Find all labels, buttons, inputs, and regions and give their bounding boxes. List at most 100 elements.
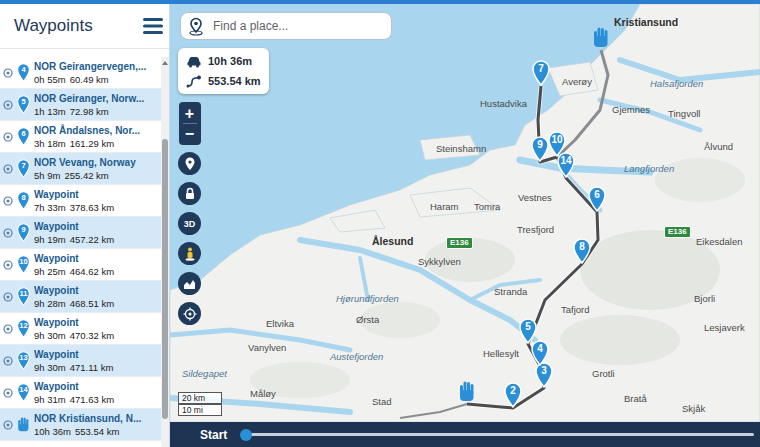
map-pin[interactable]: 9	[530, 136, 550, 162]
waypoint-row[interactable]: 6NOR Åndalsnes, Nor...3h 18m161.29 km	[0, 121, 161, 153]
target-icon[interactable]	[3, 420, 13, 430]
waypoint-detail: 5h 9m255.42 km	[34, 170, 136, 181]
3d-button[interactable]: 3D	[178, 212, 201, 235]
target-icon[interactable]	[3, 388, 13, 398]
map-label: E136	[664, 226, 691, 238]
waypoint-number: 7	[16, 161, 31, 170]
pin-number: 2	[503, 385, 523, 397]
waypoint-detail: 9h 28m468.51 km	[34, 298, 114, 309]
map-label: Eltvika	[266, 318, 294, 330]
map-pin[interactable]: 4	[530, 340, 550, 366]
target-icon[interactable]	[3, 356, 13, 366]
waypoint-pin: 9	[16, 223, 31, 242]
target-icon[interactable]	[3, 260, 13, 270]
sidebar-header: Waypoints	[0, 4, 169, 49]
map-pin[interactable]: 5	[518, 318, 538, 344]
pin-number: 9	[530, 139, 550, 151]
scroll-up-icon[interactable]	[162, 61, 168, 65]
waypoint-title: Waypoint	[34, 253, 114, 265]
waypoint-row[interactable]: 13Waypoint9h 30m471.11 km	[0, 345, 161, 377]
target-icon[interactable]	[3, 292, 13, 302]
pin-number: 5	[518, 321, 538, 333]
target-icon[interactable]	[3, 68, 13, 78]
map-pin[interactable]	[591, 24, 611, 50]
map-label: Eikesdalen	[696, 236, 742, 248]
crosshair-icon	[183, 307, 197, 321]
waypoint-row[interactable]: 9Waypoint9h 19m457.22 km	[0, 217, 161, 249]
waypoint-number: 9	[16, 225, 31, 234]
locate-button[interactable]	[178, 302, 201, 325]
location-icon	[185, 15, 207, 37]
map-label: Bjorli	[694, 293, 715, 305]
waypoint-row[interactable]: 12Waypoint9h 30m470.32 km	[0, 313, 161, 345]
add-pin-button[interactable]	[178, 152, 201, 175]
pin-number: 7	[531, 63, 551, 75]
map-pin[interactable]	[457, 378, 477, 404]
waypoint-pin: 12	[16, 319, 31, 338]
map-label: Stad	[372, 396, 392, 408]
waypoint-row[interactable]: 11Waypoint9h 28m468.51 km	[0, 281, 161, 313]
lock-button[interactable]	[178, 182, 201, 205]
waypoint-row[interactable]: 5NOR Geiranger, Norw...1h 13m72.98 km	[0, 89, 161, 121]
map-label: Tafjord	[561, 304, 590, 316]
target-icon[interactable]	[3, 228, 13, 238]
route-planner: Waypoints 4NOR Geirangervegen,...0h 55m60…	[0, 0, 760, 447]
map-pin[interactable]: 2	[503, 382, 523, 408]
waypoint-pin: 5	[16, 95, 31, 114]
route-icon	[186, 74, 202, 88]
waypoint-row[interactable]: NOR Kristiansund, N...10h 36m553.54 km	[0, 409, 161, 441]
zoom-in-button[interactable]: +	[185, 104, 194, 123]
map-label: Gjemnes	[612, 104, 650, 116]
search-input[interactable]	[213, 19, 383, 33]
map-pin[interactable]: 3	[534, 362, 554, 388]
waypoint-pin: 4	[16, 63, 31, 82]
target-icon[interactable]	[3, 164, 13, 174]
waypoint-detail: 9h 25m464.62 km	[34, 266, 114, 277]
waypoint-title: Waypoint	[34, 381, 114, 393]
waypoint-row[interactable]: 10Waypoint9h 25m464.62 km	[0, 249, 161, 281]
target-icon[interactable]	[3, 196, 13, 206]
waypoint-row[interactable]: 7NOR Vevang, Norway5h 9m255.42 km	[0, 153, 161, 185]
map-pin[interactable]: 6	[587, 186, 607, 212]
timeline-slider[interactable]	[243, 428, 754, 442]
waypoint-pin: 11	[16, 287, 31, 306]
waypoint-title: Waypoint	[34, 221, 114, 233]
street-view-button[interactable]	[178, 242, 201, 265]
waypoint-list: 4NOR Geirangervegen,...0h 55m60.49 km5NO…	[0, 57, 161, 447]
scroll-thumb[interactable]	[162, 139, 168, 419]
route-summary: 10h 36m553.54 km	[178, 48, 269, 94]
map-label: Hjørundfjorden	[336, 293, 399, 305]
waypoint-row[interactable]: 8Waypoint7h 33m378.63 km	[0, 185, 161, 217]
target-icon[interactable]	[3, 132, 13, 142]
waypoint-number: 8	[16, 193, 31, 202]
target-icon[interactable]	[3, 324, 13, 334]
person-icon	[184, 247, 196, 261]
search-box[interactable]	[180, 12, 392, 40]
map-pin[interactable]: 14	[556, 152, 576, 178]
map[interactable]: KristiansundAverøyHalsafjordenGjemnesTin…	[170, 4, 760, 422]
scrollbar[interactable]	[161, 57, 169, 447]
map-label: Skjåk	[682, 403, 705, 415]
waypoints-sidebar: Waypoints 4NOR Geirangervegen,...0h 55m60…	[0, 4, 170, 447]
timeline-label: Start	[200, 428, 227, 442]
zoom-out-button[interactable]: −	[185, 124, 194, 143]
menu-icon[interactable]	[143, 17, 163, 35]
waypoint-number: 14	[16, 385, 31, 394]
pin-number: 10	[547, 134, 567, 146]
map-label: Måløy	[250, 388, 276, 400]
waypoint-row[interactable]: 4NOR Geirangervegen,...0h 55m60.49 km	[0, 57, 161, 89]
map-label: Grotli	[592, 368, 615, 380]
map-label: Vestnes	[518, 192, 552, 204]
map-label: Ålvund	[704, 141, 733, 153]
target-icon[interactable]	[3, 100, 13, 110]
hand-icon	[591, 24, 611, 50]
map-pin[interactable]: 7	[531, 60, 551, 86]
map-label: Stranda	[494, 286, 527, 298]
timeline-knob[interactable]	[240, 429, 252, 441]
waypoint-pin: 10	[16, 255, 31, 274]
pin-number: 3	[534, 365, 554, 377]
zoom-control: +−	[179, 102, 201, 145]
map-pin[interactable]: 8	[572, 238, 592, 264]
elevation-button[interactable]	[178, 272, 201, 295]
waypoint-row[interactable]: 14Waypoint9h 31m471.63 km	[0, 377, 161, 409]
